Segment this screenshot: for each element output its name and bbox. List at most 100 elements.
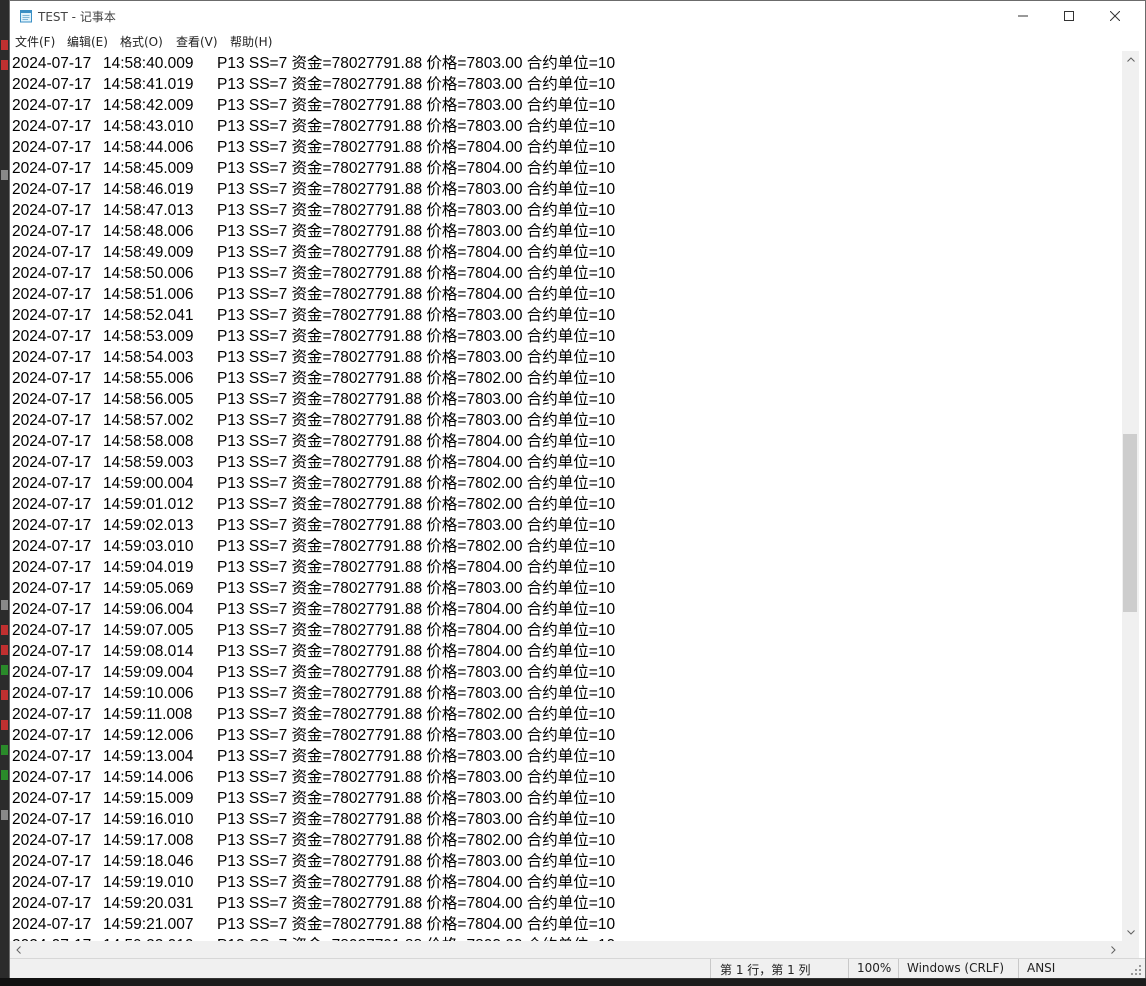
line-time: 14:58:43.010 (103, 118, 194, 135)
line-rest: P13 SS=7 资金=78027791.88 价格=7804.00 合约单位=… (217, 559, 616, 576)
line-date: 2024-07-17 (12, 853, 92, 870)
line-rest: P13 SS=7 资金=78027791.88 价格=7803.00 合约单位=… (217, 97, 616, 114)
minimize-button[interactable] (1000, 1, 1046, 31)
line-time: 14:59:10.006 (103, 685, 194, 702)
chevron-up-icon (1126, 57, 1135, 62)
line-time: 14:59:04.019 (103, 559, 194, 576)
line-date: 2024-07-17 (12, 349, 92, 366)
line-time: 14:59:20.031 (103, 895, 194, 912)
background-app-bottom (0, 978, 1146, 986)
line-rest: P13 SS=7 资金=78027791.88 价格=7803.00 合约单位=… (217, 517, 616, 534)
line-time: 14:58:50.006 (103, 265, 194, 282)
menu-help[interactable]: 帮助(H) (230, 33, 272, 50)
vertical-scroll-thumb[interactable] (1123, 434, 1137, 613)
background-grey-mark (1, 170, 8, 180)
close-button[interactable] (1092, 1, 1138, 31)
background-red-mark (1, 60, 8, 70)
line-date: 2024-07-17 (12, 76, 92, 93)
status-bar: 第 1 行，第 1 列 100% Windows (CRLF) ANSI (10, 958, 1145, 978)
scroll-down-button[interactable] (1122, 924, 1139, 941)
line-date: 2024-07-17 (12, 97, 92, 114)
scroll-left-button[interactable] (10, 941, 27, 958)
line-date: 2024-07-17 (12, 454, 92, 471)
line-date: 2024-07-17 (12, 790, 92, 807)
line-date: 2024-07-17 (12, 643, 92, 660)
line-date: 2024-07-17 (12, 55, 92, 72)
line-rest: P13 SS=7 资金=78027791.88 价格=7803.00 合约单位=… (217, 202, 616, 219)
scroll-right-button[interactable] (1105, 941, 1122, 958)
menu-file[interactable]: 文件(F) (15, 33, 55, 50)
status-separator (710, 959, 711, 978)
scroll-up-button[interactable] (1122, 51, 1139, 68)
line-rest: P13 SS=7 资金=78027791.88 价格=7802.00 合约单位=… (217, 475, 616, 492)
line-time: 14:59:12.006 (103, 727, 194, 744)
line-date: 2024-07-17 (12, 328, 92, 345)
line-date: 2024-07-17 (12, 433, 92, 450)
chevron-left-icon (16, 945, 21, 954)
line-rest: P13 SS=7 资金=78027791.88 价格=7803.00 合约单位=… (217, 853, 616, 870)
text-editor[interactable]: 2024-07-17 14:58:40.009 P13 SS=7 资金=780277… (10, 51, 1122, 941)
line-rest: P13 SS=7 资金=78027791.88 价格=7802.00 合约单位=… (217, 706, 616, 723)
background-red-mark (1, 690, 8, 700)
line-time: 14:59:18.046 (103, 853, 194, 870)
status-separator (898, 959, 899, 978)
line-time: 14:58:59.003 (103, 454, 194, 471)
line-rest: P13 SS=7 资金=78027791.88 价格=7804.00 合约单位=… (217, 916, 616, 933)
line-rest: P13 SS=7 资金=78027791.88 价格=7804.00 合约单位=… (217, 139, 616, 156)
line-date: 2024-07-17 (12, 895, 92, 912)
line-time: 14:58:49.009 (103, 244, 194, 261)
horizontal-scrollbar[interactable] (10, 941, 1122, 958)
line-time: 14:58:46.019 (103, 181, 194, 198)
line-date: 2024-07-17 (12, 118, 92, 135)
line-rest: P13 SS=7 资金=78027791.88 价格=7804.00 合约单位=… (217, 454, 616, 471)
line-rest: P13 SS=7 资金=78027791.88 价格=7803.00 合约单位=… (217, 790, 616, 807)
line-date: 2024-07-17 (12, 706, 92, 723)
background-red-mark (1, 720, 8, 730)
resize-grip-icon[interactable] (1130, 962, 1142, 976)
line-date: 2024-07-17 (12, 685, 92, 702)
line-time: 14:59:21.007 (103, 916, 194, 933)
line-date: 2024-07-17 (12, 664, 92, 681)
background-grey-mark (1, 600, 8, 610)
line-date: 2024-07-17 (12, 139, 92, 156)
line-date: 2024-07-17 (12, 601, 92, 618)
line-time: 14:59:03.010 (103, 538, 194, 555)
line-ending: Windows (CRLF) (907, 961, 1005, 975)
line-time: 14:58:55.006 (103, 370, 194, 387)
vertical-scrollbar[interactable] (1122, 51, 1139, 941)
chevron-right-icon (1111, 945, 1116, 954)
menu-edit[interactable]: 编辑(E) (67, 33, 108, 50)
line-date: 2024-07-17 (12, 160, 92, 177)
close-icon (1110, 11, 1120, 21)
line-time: 14:59:17.008 (103, 832, 194, 849)
line-rest: P13 SS=7 资金=78027791.88 价格=7803.00 合约单位=… (217, 307, 616, 324)
line-date: 2024-07-17 (12, 538, 92, 555)
line-time: 14:59:15.009 (103, 790, 194, 807)
line-time: 14:58:51.006 (103, 286, 194, 303)
line-time: 14:59:13.004 (103, 748, 194, 765)
menu-format[interactable]: 格式(O) (120, 33, 163, 50)
minimize-icon (1018, 15, 1028, 17)
line-time: 14:58:40.009 (103, 55, 194, 72)
line-date: 2024-07-17 (12, 475, 92, 492)
maximize-button[interactable] (1046, 1, 1092, 31)
line-date: 2024-07-17 (12, 496, 92, 513)
line-date: 2024-07-17 (12, 874, 92, 891)
background-red-mark (1, 625, 8, 635)
background-strip (100, 978, 1146, 986)
line-time: 14:58:44.006 (103, 139, 194, 156)
chevron-down-icon (1126, 930, 1135, 935)
line-date: 2024-07-17 (12, 265, 92, 282)
line-rest: P13 SS=7 资金=78027791.88 价格=7803.00 合约单位=… (217, 55, 616, 72)
line-date: 2024-07-17 (12, 181, 92, 198)
line-rest: P13 SS=7 资金=78027791.88 价格=7802.00 合约单位=… (217, 370, 616, 387)
line-date: 2024-07-17 (12, 832, 92, 849)
menu-view[interactable]: 查看(V) (176, 33, 218, 50)
line-rest: P13 SS=7 资金=78027791.88 价格=7804.00 合约单位=… (217, 244, 616, 261)
background-green-mark (1, 745, 8, 755)
line-time: 14:58:48.006 (103, 223, 194, 240)
title-bar[interactable]: TEST - 记事本 (10, 1, 1145, 31)
line-date: 2024-07-17 (12, 727, 92, 744)
line-time: 14:58:47.013 (103, 202, 194, 219)
line-rest: P13 SS=7 资金=78027791.88 价格=7803.00 合约单位=… (217, 181, 616, 198)
